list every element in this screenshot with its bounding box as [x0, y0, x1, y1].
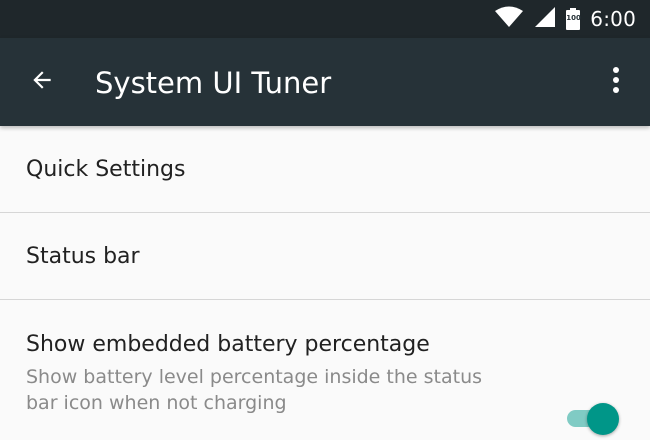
list-item-title: Status bar: [26, 244, 140, 269]
list-item-title: Show embedded battery percentage: [26, 332, 430, 357]
battery-level-text: 100: [566, 14, 581, 22]
status-icons: 100 6:00: [494, 0, 636, 38]
wifi-icon: [494, 6, 524, 32]
battery-percentage-toggle[interactable]: [567, 403, 619, 435]
status-time: 6:00: [590, 7, 636, 31]
list-item-status-bar[interactable]: Status bar: [0, 213, 650, 300]
list-item-title: Quick Settings: [26, 157, 186, 182]
page-title: System UI Tuner: [95, 66, 332, 100]
list-item-embedded-battery-percentage[interactable]: Show embedded battery percentage Show ba…: [0, 300, 650, 440]
battery-icon: 100: [566, 8, 581, 30]
back-button[interactable]: [18, 58, 66, 106]
list-item-summary: Show battery level percentage inside the…: [26, 366, 483, 414]
more-vert-icon: [611, 66, 621, 98]
settings-list: Quick Settings Status bar Show embedded …: [0, 126, 650, 440]
app-bar: System UI Tuner: [0, 38, 650, 126]
arrow-back-icon: [29, 67, 55, 97]
toggle-thumb: [587, 403, 619, 435]
overflow-menu-button[interactable]: [592, 58, 640, 106]
list-item-quick-settings[interactable]: Quick Settings: [0, 126, 650, 213]
status-bar: 100 6:00: [0, 0, 650, 38]
cell-signal-icon: [534, 6, 556, 32]
